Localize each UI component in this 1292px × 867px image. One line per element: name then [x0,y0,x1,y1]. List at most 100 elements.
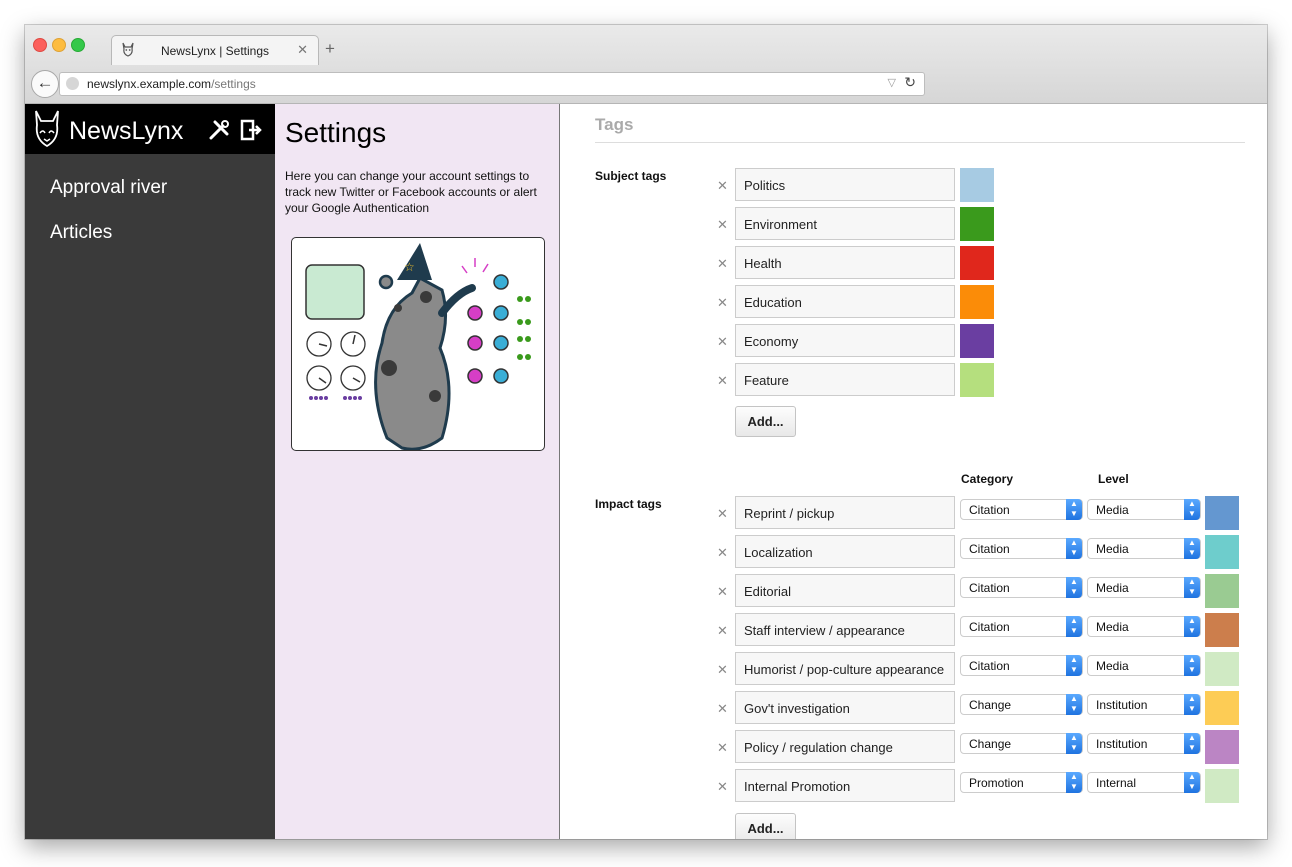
impact-tag-row: ✕ Editorial Citation ▲ ▼ Media ▲ ▼ [717,574,1257,608]
remove-tag-icon[interactable]: ✕ [717,256,728,272]
nav-item-articles[interactable]: Articles [50,222,112,244]
category-select[interactable]: Citation ▲ ▼ [960,616,1083,637]
level-select[interactable]: Internal ▲ ▼ [1087,772,1201,793]
divider [595,142,1245,143]
level-select[interactable]: Media ▲ ▼ [1087,499,1201,520]
tag-name-input[interactable]: Education [735,285,955,318]
category-select[interactable]: Promotion ▲ ▼ [960,772,1083,793]
tag-color-swatch[interactable] [960,324,994,358]
tag-color-swatch[interactable] [1205,730,1239,764]
level-select[interactable]: Media ▲ ▼ [1087,577,1201,598]
tag-color-swatch[interactable] [1205,535,1239,569]
select-arrows-icon: ▲ ▼ [1184,772,1200,793]
tag-name-input[interactable]: Humorist / pop-culture appearance [735,652,955,685]
remove-tag-icon[interactable]: ✕ [717,779,728,795]
level-select[interactable]: Institution ▲ ▼ [1087,694,1201,715]
address-dropdown-icon[interactable]: ▽ [888,76,896,89]
lynx-wizard-illustration: ☆ [291,237,545,451]
remove-tag-icon[interactable]: ✕ [717,584,728,600]
lynx-logo-icon [35,110,59,148]
add-impact-tag-button[interactable]: Add... [735,813,796,839]
add-subject-tag-button[interactable]: Add... [735,406,796,437]
level-select[interactable]: Media ▲ ▼ [1087,538,1201,559]
minimize-window-button[interactable] [52,38,66,52]
category-select[interactable]: Citation ▲ ▼ [960,577,1083,598]
remove-tag-icon[interactable]: ✕ [717,295,728,311]
tags-section: Tags Subject tags ✕ Politics ✕ Environme… [560,104,1267,839]
tag-color-swatch[interactable] [960,246,994,280]
category-select[interactable]: Citation ▲ ▼ [960,499,1083,520]
category-select[interactable]: Change ▲ ▼ [960,694,1083,715]
tag-name-input[interactable]: Editorial [735,574,955,607]
tag-name-input[interactable]: Politics [735,168,955,201]
remove-tag-icon[interactable]: ✕ [717,373,728,389]
tag-name-input[interactable]: Policy / regulation change [735,730,955,763]
tag-color-swatch[interactable] [1205,769,1239,803]
remove-tag-icon[interactable]: ✕ [717,545,728,561]
remove-tag-icon[interactable]: ✕ [717,506,728,522]
browser-chrome: NewsLynx | Settings ✕ + ← newslynx.examp… [25,25,1267,104]
globe-icon [66,77,79,90]
subject-tag-row: ✕ Environment [717,207,1257,241]
nav-item-approval-river[interactable]: Approval river [50,177,167,199]
tab-close-icon[interactable]: ✕ [297,42,308,58]
browser-window: NewsLynx | Settings ✕ + ← newslynx.examp… [25,25,1267,839]
level-select[interactable]: Media ▲ ▼ [1087,655,1201,676]
select-arrows-icon: ▲ ▼ [1184,655,1200,676]
new-tab-button[interactable]: + [325,39,335,59]
tag-color-swatch[interactable] [960,363,994,397]
tag-name-input[interactable]: Economy [735,324,955,357]
tag-name-input[interactable]: Localization [735,535,955,568]
impact-tags-label: Impact tags [595,497,662,511]
maximize-window-button[interactable] [71,38,85,52]
category-select[interactable]: Citation ▲ ▼ [960,655,1083,676]
tag-name-input[interactable]: Reprint / pickup [735,496,955,529]
remove-tag-icon[interactable]: ✕ [717,740,728,756]
remove-tag-icon[interactable]: ✕ [717,623,728,639]
impact-tag-row: ✕ Reprint / pickup Citation ▲ ▼ Media ▲ ▼ [717,496,1257,530]
select-arrows-icon: ▲ ▼ [1066,538,1082,559]
tag-name-input[interactable]: Feature [735,363,955,396]
url-text: newslynx.example.com/settings [87,77,256,91]
tag-name-input[interactable]: Environment [735,207,955,240]
tag-color-swatch[interactable] [1205,613,1239,647]
brand-bar: NewsLynx [25,104,275,154]
select-arrows-icon: ▲ ▼ [1066,772,1082,793]
tag-color-swatch[interactable] [960,168,994,202]
level-select[interactable]: Media ▲ ▼ [1087,616,1201,637]
remove-tag-icon[interactable]: ✕ [717,334,728,350]
select-arrows-icon: ▲ ▼ [1184,694,1200,715]
tag-color-swatch[interactable] [1205,652,1239,686]
svg-text:☆: ☆ [404,260,415,274]
remove-tag-icon[interactable]: ✕ [717,178,728,194]
impact-tag-row: ✕ Policy / regulation change Change ▲ ▼ In… [717,730,1257,764]
select-arrows-icon: ▲ ▼ [1066,499,1082,520]
back-button[interactable]: ← [31,70,59,98]
close-window-button[interactable] [33,38,47,52]
tag-name-input[interactable]: Health [735,246,955,279]
reload-icon[interactable]: ↻ [904,74,916,91]
brand-name[interactable]: NewsLynx [69,117,183,146]
level-select[interactable]: Institution ▲ ▼ [1087,733,1201,754]
logout-icon[interactable] [240,119,262,141]
sidebar: NewsLynx Approval river Articles [25,104,275,839]
remove-tag-icon[interactable]: ✕ [717,217,728,233]
tag-name-input[interactable]: Internal Promotion [735,769,955,802]
browser-tab[interactable]: NewsLynx | Settings ✕ [111,35,319,65]
select-arrows-icon: ▲ ▼ [1184,499,1200,520]
tag-color-swatch[interactable] [960,285,994,319]
tag-color-swatch[interactable] [1205,496,1239,530]
category-select[interactable]: Change ▲ ▼ [960,733,1083,754]
tag-name-input[interactable]: Staff interview / appearance [735,613,955,646]
tag-name-input[interactable]: Gov't investigation [735,691,955,724]
tag-color-swatch[interactable] [1205,574,1239,608]
remove-tag-icon[interactable]: ✕ [717,701,728,717]
subject-tag-row: ✕ Education [717,285,1257,319]
category-select[interactable]: Citation ▲ ▼ [960,538,1083,559]
tag-color-swatch[interactable] [1205,691,1239,725]
tools-icon[interactable] [208,119,230,141]
lynx-favicon-icon [122,42,134,57]
address-bar[interactable]: newslynx.example.com/settings ▽ ↻ [59,72,925,96]
tag-color-swatch[interactable] [960,207,994,241]
remove-tag-icon[interactable]: ✕ [717,662,728,678]
